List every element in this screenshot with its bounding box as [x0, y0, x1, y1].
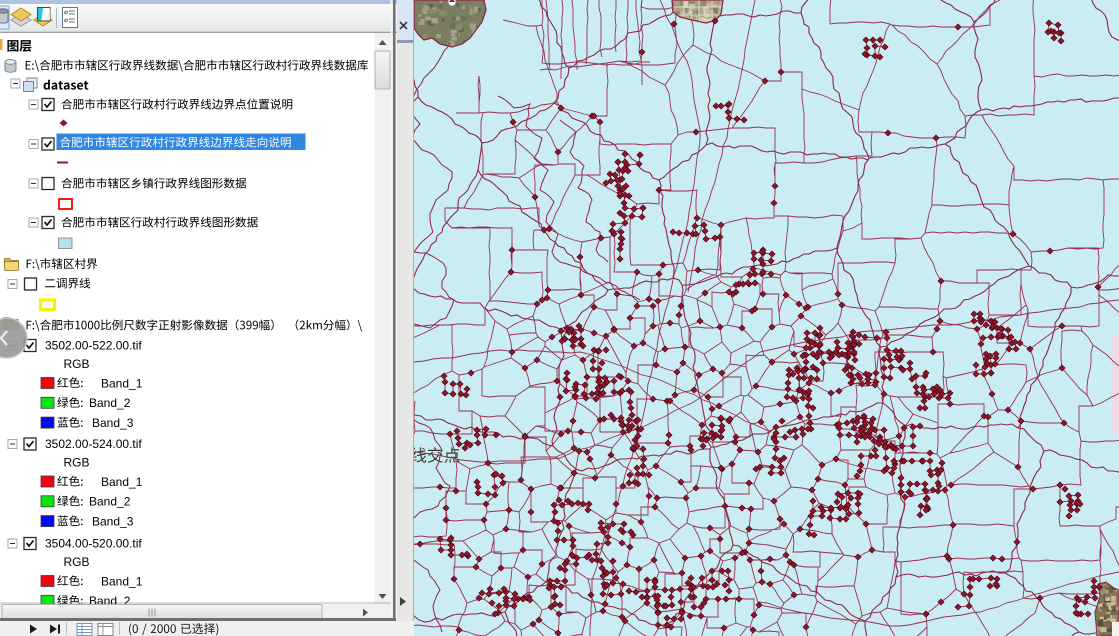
svg-text:3502.00-522.00.tif: 3502.00-522.00.tif: [45, 339, 142, 353]
svg-text:Band_2: Band_2: [89, 495, 131, 509]
svg-text:3504.00-520.00.tif: 3504.00-520.00.tif: [45, 537, 142, 551]
svg-text:RGB: RGB: [64, 456, 90, 470]
svg-text:RGB: RGB: [64, 357, 90, 371]
svg-text:Band_1: Band_1: [101, 376, 143, 390]
svg-text:Band_3: Band_3: [92, 416, 134, 430]
svg-text:3502.00-524.00.tif: 3502.00-524.00.tif: [45, 437, 142, 451]
svg-text:Band_3: Band_3: [92, 514, 134, 528]
svg-text:Band_1: Band_1: [101, 574, 143, 588]
svg-text:Band_2: Band_2: [89, 396, 131, 410]
svg-text:RGB: RGB: [64, 555, 90, 569]
svg-text:Band_1: Band_1: [101, 475, 143, 489]
